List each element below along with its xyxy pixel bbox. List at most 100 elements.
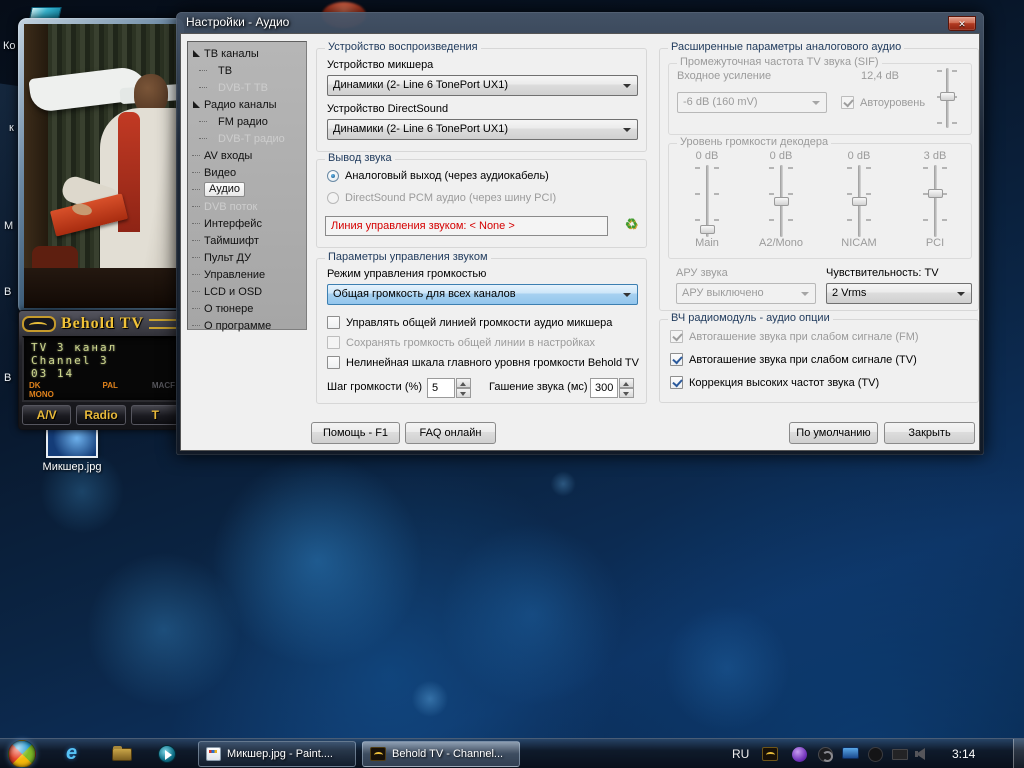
sidebar-item-interface[interactable]: Интерфейс: [188, 215, 306, 232]
sidebar-item-tv-channels[interactable]: ТВ каналы: [188, 45, 306, 62]
mute-time-value[interactable]: 300: [590, 378, 618, 398]
stepper-up-icon[interactable]: [456, 378, 471, 388]
desktop-icon-label-fragment[interactable]: В: [4, 372, 11, 384]
mute-time-stepper[interactable]: 300: [590, 378, 634, 398]
checkbox-checked-icon[interactable]: [670, 353, 683, 366]
sidebar-item-av-inputs[interactable]: AV входы: [188, 147, 306, 164]
refresh-icon[interactable]: ♻: [625, 217, 638, 233]
behold-radio-button[interactable]: Radio: [76, 405, 125, 425]
vertical-slider: [767, 165, 795, 237]
slider-ticks: [695, 167, 700, 235]
help-button[interactable]: Помощь - F1: [311, 422, 400, 444]
stepper-up-icon[interactable]: [619, 378, 634, 388]
internet-explorer-icon[interactable]: e: [66, 742, 77, 765]
slider-thumb: [940, 92, 955, 101]
tv-video-window[interactable]: [18, 18, 184, 314]
sensitivity-select[interactable]: 2 Vrms: [826, 283, 972, 304]
lcd-status-dim: MACF: [152, 381, 175, 399]
dialog-client-area: ТВ каналы ТВ DVB-T ТВ Радио каналы FM ра…: [180, 33, 980, 451]
tray-swirl-app-icon[interactable]: [818, 747, 833, 762]
sidebar-item-dvbt-tv[interactable]: DVB-T ТВ: [188, 79, 306, 96]
sidebar-item-control[interactable]: Управление: [188, 266, 306, 283]
checkbox-checked-disabled-icon: [841, 96, 854, 109]
sidebar-item-radio-channels[interactable]: Радио каналы: [188, 96, 306, 113]
sidebar-item-video[interactable]: Видео: [188, 164, 306, 181]
checkbox-checked-icon[interactable]: [670, 376, 683, 389]
tray-purple-app-icon[interactable]: [792, 747, 807, 762]
volume-step-stepper[interactable]: 5: [427, 378, 471, 398]
speaker-icon[interactable]: [916, 748, 925, 760]
start-button[interactable]: [8, 740, 36, 768]
mixer-device-select[interactable]: Динамики (2- Line 6 TonePort UX1): [327, 75, 638, 96]
slider-value: 0 dB: [749, 150, 813, 162]
close-button[interactable]: Закрыть: [884, 422, 975, 444]
settings-dialog: Настройки - Аудио ✕ ТВ каналы ТВ DVB-T Т…: [176, 12, 984, 455]
analog-output-radio[interactable]: Аналоговый выход (через аудиокабель): [327, 170, 549, 182]
tray-clock-icon[interactable]: [868, 747, 883, 762]
sidebar-item-about-program[interactable]: О программе: [188, 317, 306, 334]
slider-ticks: [923, 167, 928, 235]
volume-step-value[interactable]: 5: [427, 378, 455, 398]
tv-automute-checkbox[interactable]: Автогашение звука при слабом сигнале (TV…: [670, 353, 917, 366]
volume-mode-label: Режим управления громкостью: [327, 268, 486, 280]
taskbar-clock[interactable]: 3:14: [952, 747, 975, 761]
desktop-icon-label-fragment[interactable]: В: [4, 286, 11, 298]
chevron-down-icon: [812, 101, 820, 105]
desktop-icon-mixer-jpg[interactable]: Микшер.jpg: [24, 424, 120, 473]
advanced-group-title: Расширенные параметры аналогового аудио: [668, 41, 904, 53]
agc-label: АРУ звука: [676, 267, 728, 279]
sidebar-item-audio-selected[interactable]: Аудио: [188, 181, 306, 198]
chevron-down-icon: [623, 293, 631, 297]
volume-mode-select[interactable]: Общая громкость для всех каналов: [327, 284, 638, 305]
tree-line: [192, 291, 200, 292]
tree-expander-icon[interactable]: [193, 101, 200, 108]
desktop-icon-label-fragment[interactable]: М: [4, 220, 13, 232]
tray-behold-icon[interactable]: [762, 747, 778, 761]
taskbar-button-behold-tv[interactable]: Behold TV - Channel...: [362, 741, 520, 767]
tv-video-frame: [24, 24, 178, 308]
explorer-folder-icon[interactable]: [112, 748, 132, 761]
save-volume-checkbox[interactable]: Сохранять громкость общей линии в настро…: [327, 336, 595, 349]
stepper-down-icon[interactable]: [619, 388, 634, 398]
sidebar-item-about-tuner[interactable]: О тюнере: [188, 300, 306, 317]
hf-correction-checkbox[interactable]: Коррекция высоких частот звука (TV): [670, 376, 879, 389]
defaults-button[interactable]: По умолчанию: [789, 422, 878, 444]
behold-av-button[interactable]: A/V: [22, 405, 71, 425]
nonlinear-scale-checkbox[interactable]: Нелинейная шкала главного уровня громкос…: [327, 356, 639, 369]
close-icon[interactable]: ✕: [948, 16, 976, 31]
volume-step-label: Шаг громкости (%): [327, 381, 422, 393]
sidebar-item-timeshift[interactable]: Таймшифт: [188, 232, 306, 249]
sidebar-item-fm-radio[interactable]: FM радио: [188, 113, 306, 130]
mixer-line-checkbox[interactable]: Управлять общей линией громкости аудио м…: [327, 316, 612, 329]
directsound-device-select[interactable]: Динамики (2- Line 6 TonePort UX1): [327, 119, 638, 140]
volume-control-group-title: Параметры управления звуком: [325, 251, 491, 263]
lcd-audio-standard: DK MONO: [29, 381, 54, 399]
radio-selected-icon[interactable]: [327, 170, 339, 182]
tray-network-monitor-icon[interactable]: [842, 747, 859, 759]
sidebar-item-lcd-osd[interactable]: LCD и OSD: [188, 283, 306, 300]
stepper-down-icon[interactable]: [456, 388, 471, 398]
desktop-icon-label-fragment[interactable]: Ко: [3, 40, 16, 52]
sidebar-item-remote[interactable]: Пульт ДУ: [188, 249, 306, 266]
sidebar-item-dvbt-radio[interactable]: DVB-T радио: [188, 130, 306, 147]
behold-tv-widget[interactable]: Behold TV TV 3 канал Channel 3 03 14 DK …: [18, 310, 184, 430]
checkbox-unchecked-icon[interactable]: [327, 316, 340, 329]
show-desktop-button[interactable]: [1013, 739, 1024, 768]
sidebar-item-tv[interactable]: ТВ: [188, 62, 306, 79]
taskbar-button-paint[interactable]: Микшер.jpg - Paint....: [198, 741, 356, 767]
audio-output-group-title: Вывод звука: [325, 152, 395, 164]
media-player-icon[interactable]: [158, 745, 176, 763]
faq-online-button[interactable]: FAQ онлайн: [405, 422, 496, 444]
vertical-slider: [921, 165, 949, 237]
behold-tv-button[interactable]: T: [131, 405, 180, 425]
tree-line: [192, 274, 200, 275]
slider-name: Main: [675, 237, 739, 249]
language-indicator[interactable]: RU: [732, 747, 749, 761]
tree-expander-icon[interactable]: [193, 50, 200, 57]
directsound-pcm-radio[interactable]: DirectSound PCM аудио (через шину PCI): [327, 192, 556, 204]
tray-display-icon[interactable]: [892, 749, 908, 760]
sidebar-item-dvb-stream[interactable]: DVB поток: [188, 198, 306, 215]
sensitivity-label: Чувствительность: TV: [826, 267, 939, 279]
desktop-icon-label-fragment[interactable]: к: [9, 122, 14, 134]
checkbox-unchecked-icon[interactable]: [327, 356, 340, 369]
